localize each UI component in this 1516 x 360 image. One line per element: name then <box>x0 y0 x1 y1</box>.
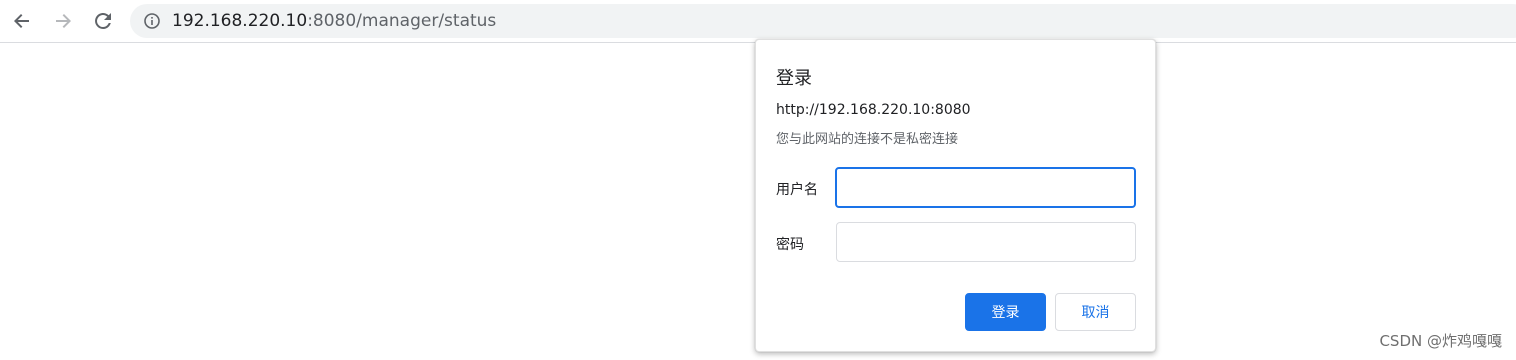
url-path: :8080/manager/status <box>307 11 497 31</box>
info-icon[interactable] <box>144 13 160 29</box>
address-bar[interactable]: 192.168.220.10:8080/manager/status <box>130 4 1516 38</box>
cancel-button[interactable]: 取消 <box>1055 293 1136 331</box>
password-input[interactable] <box>836 222 1136 262</box>
username-input[interactable] <box>835 167 1136 208</box>
arrow-left-icon <box>14 14 29 28</box>
dialog-origin: http://192.168.220.10:8080 <box>776 102 971 118</box>
reload-button[interactable] <box>88 6 118 36</box>
url-text[interactable]: 192.168.220.10:8080/manager/status <box>172 11 496 31</box>
username-label: 用户名 <box>776 182 818 198</box>
forward-button[interactable] <box>48 6 78 36</box>
connection-warning: 您与此网站的连接不是私密连接 <box>776 132 959 147</box>
url-host: 192.168.220.10 <box>172 11 308 31</box>
browser-toolbar: 192.168.220.10:8080/manager/status <box>0 0 1516 43</box>
login-button[interactable]: 登录 <box>965 293 1046 331</box>
back-button[interactable] <box>7 6 37 36</box>
watermark: CSDN @炸鸡嘎嘎 <box>1379 332 1502 350</box>
password-label: 密码 <box>776 237 804 253</box>
reload-icon <box>95 12 111 29</box>
arrow-right-icon <box>56 14 71 28</box>
login-dialog: 登录 http://192.168.220.10:8080 您与此网站的连接不是… <box>755 39 1156 352</box>
dialog-title: 登录 <box>776 68 812 89</box>
